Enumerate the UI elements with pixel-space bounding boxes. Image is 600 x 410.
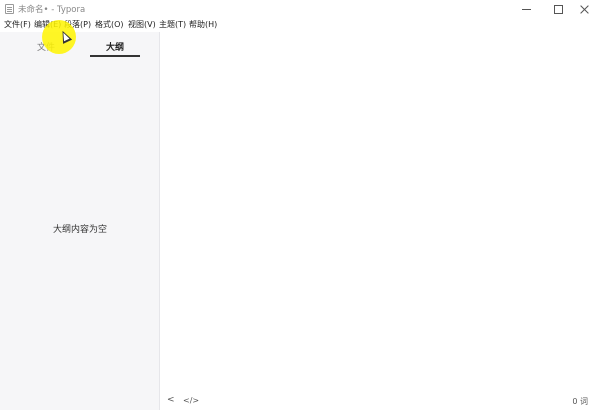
tab-outline[interactable]: 大纲 (90, 40, 140, 53)
menu-help[interactable]: 帮助(H) (189, 19, 217, 30)
word-count[interactable]: 0 词 (572, 396, 588, 407)
chevron-left-icon[interactable]: < (167, 395, 175, 405)
menu-view[interactable]: 视图(V) (128, 19, 156, 30)
minimize-icon[interactable] (512, 0, 542, 18)
menu-theme[interactable]: 主题(T) (159, 19, 186, 30)
menu-bar: 文件(F) 编辑(E) 段落(P) 格式(O) 视图(V) 主题(T) 帮助(H… (0, 18, 600, 32)
active-tab-indicator (90, 55, 140, 57)
window-title: 未命名• - Typora (18, 5, 86, 15)
close-icon[interactable] (570, 0, 600, 18)
status-bar: < </> 0 词 (161, 390, 600, 410)
menu-file[interactable]: 文件(F) (4, 19, 31, 30)
typora-app-icon (5, 4, 14, 14)
editor-area[interactable] (161, 32, 600, 390)
sidebar: 文件 大纲 大纲内容为空 (0, 32, 160, 410)
outline-empty-message: 大纲内容为空 (52, 225, 107, 235)
code-icon[interactable]: </> (183, 396, 199, 405)
menu-format[interactable]: 格式(O) (95, 19, 124, 30)
maximize-icon[interactable] (543, 0, 573, 18)
title-bar: 未命名• - Typora (0, 0, 600, 18)
